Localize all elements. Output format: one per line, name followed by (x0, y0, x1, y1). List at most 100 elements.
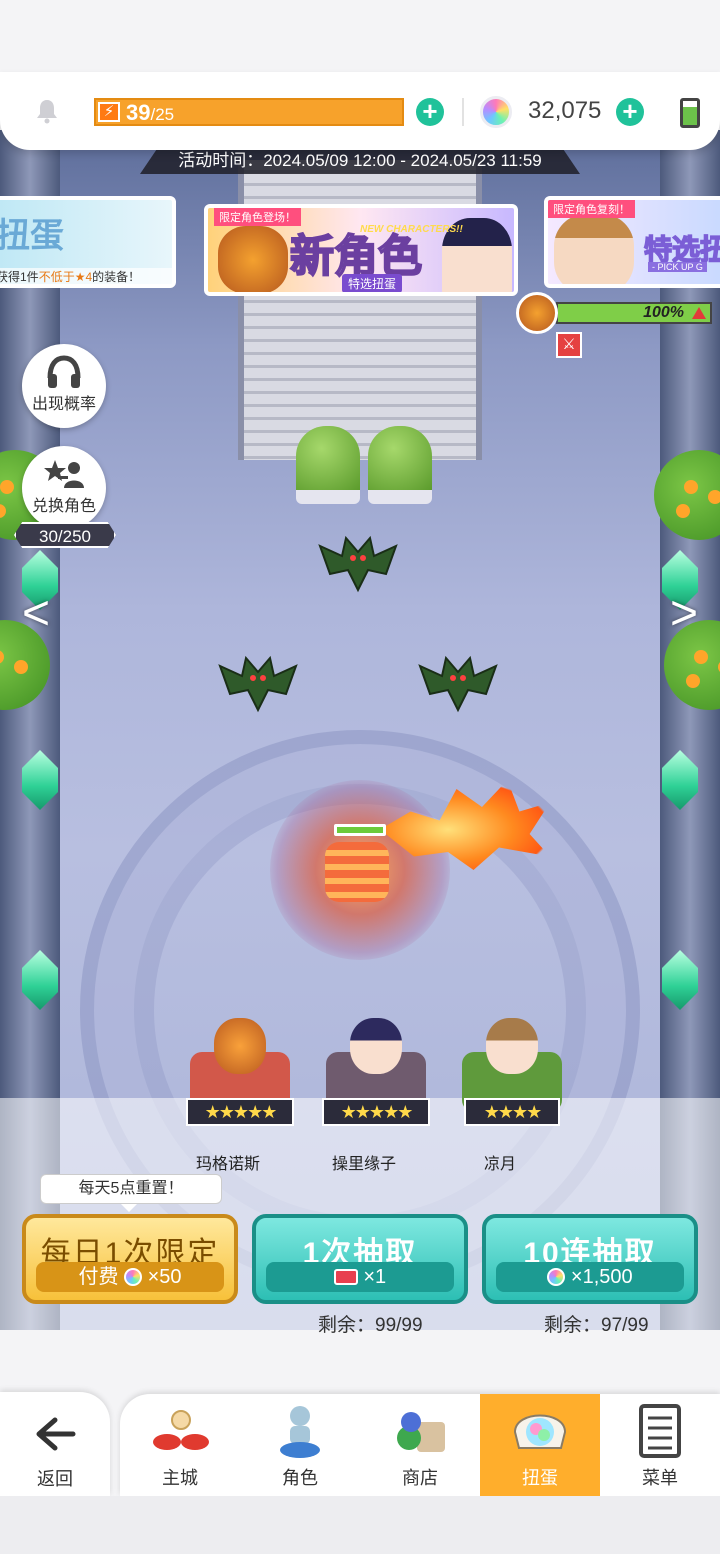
drop-rate-label: 出现概率 (31, 396, 96, 413)
energy-max: 25 (155, 105, 175, 124)
bottom-nav: 返回 主城 角色 商店 扭蛋 菜单 (0, 1392, 720, 1496)
ten-pull-remaining: 剩余：97/99 (544, 1315, 649, 1336)
gem-icon (480, 96, 512, 128)
featured-character-2[interactable] (326, 1018, 426, 1112)
bush-left (296, 426, 360, 504)
drop-rate-button[interactable]: 出现概率 (22, 344, 106, 428)
bat-enemy-right (418, 654, 498, 714)
banner-center-tag: 限定角色登场！ (214, 208, 301, 226)
back-button[interactable]: 返回 (0, 1392, 110, 1496)
system-gesture-bar (0, 1496, 720, 1554)
banner-equipment-gacha[interactable]: 扭蛋 获得1件不低于★4的装备！ (0, 196, 176, 288)
banner-right-tag: 限定角色复刻！ (548, 200, 635, 218)
status-bar: ⚡ 39/25 + 32,075 + (0, 72, 720, 150)
daily-pull-cost: 付费 ×50 (36, 1262, 224, 1292)
boss-hp-bar: 100% (556, 302, 712, 324)
featured-character-1[interactable] (190, 1018, 290, 1112)
add-energy-button[interactable]: + (416, 98, 444, 126)
ten-cost-value: ×1,500 (570, 1266, 633, 1288)
nav-label-main-city: 主城 (162, 1468, 198, 1488)
magnus-sprite (214, 1018, 266, 1074)
gacha-icon (513, 1414, 567, 1449)
character-icon (280, 1406, 320, 1458)
gem-icon (124, 1268, 143, 1286)
nav-item-menu[interactable]: 菜单 (600, 1394, 720, 1496)
ten-pull-cost: ×1,500 (496, 1262, 684, 1292)
daily-cost-label: 付费 (78, 1266, 119, 1288)
gem-icon (547, 1268, 566, 1286)
headset-icon (47, 355, 81, 388)
nav-item-characters[interactable]: 角色 (240, 1394, 360, 1496)
single-pull-remaining: 剩余：99/99 (318, 1315, 423, 1336)
banner-left-desc: 获得1件不低于★4的装备！ (0, 268, 172, 284)
back-label: 返回 (37, 1469, 73, 1489)
plus-icon: + (422, 96, 438, 126)
energy-current: 39 (126, 100, 151, 125)
nav-item-main-city[interactable]: 主城 (120, 1394, 240, 1496)
lightning-icon: ⚡ (98, 102, 120, 122)
banner-pickup-rerun[interactable]: 限定角色复刻！ 特选扭 - PICK UP G (544, 196, 720, 288)
hero-health-bar (334, 824, 386, 836)
star-person-icon (44, 460, 84, 488)
featured-character-3[interactable] (462, 1018, 562, 1112)
nav-label-shop: 商店 (402, 1468, 438, 1488)
nav-item-shop[interactable]: 商店 (360, 1394, 480, 1496)
reset-tooltip: 每天5点重置！ (40, 1174, 222, 1212)
bat-enemy-left (218, 654, 298, 714)
bell-icon[interactable] (34, 98, 60, 124)
gem-count: 32,075 (528, 97, 602, 124)
single-cost-value: ×1 (363, 1266, 387, 1288)
shop-icon (397, 1412, 445, 1452)
boss-avatar (516, 292, 558, 334)
featured-3-stars: ★★★★ (464, 1098, 560, 1126)
featured-1-stars: ★★★★★ (186, 1098, 294, 1126)
man-character-art (554, 214, 634, 284)
divider (462, 98, 464, 126)
banner-right-subtitle: - PICK UP G (648, 262, 707, 272)
featured-1-name: 玛格诺斯 (195, 1156, 260, 1173)
castle-icon (153, 1410, 209, 1450)
exchange-count-badge: 30/250 (14, 522, 116, 548)
nav-label-gacha: 扭蛋 (522, 1468, 558, 1488)
featured-2-name: 操里缘子 (331, 1156, 396, 1173)
battery-icon (680, 98, 700, 128)
hero-character (325, 842, 389, 902)
plus-icon: + (622, 96, 638, 126)
exchange-character-button[interactable]: 兑换角色 (22, 446, 106, 530)
single-pull-button[interactable]: 1次抽取 ×1 (252, 1214, 468, 1304)
banner-new-characters[interactable]: 限定角色登场！ NEW CHARACTERS!! 新角色 特选扭蛋 (204, 204, 518, 296)
nav-label-menu: 菜单 (642, 1468, 678, 1488)
ryougetsu-sprite (486, 1018, 538, 1074)
event-time: 活动时间：2024.05/09 12:00 - 2024.05/23 11:59 (140, 148, 580, 174)
bush-right (368, 426, 432, 504)
energy-bar: ⚡ 39/25 (94, 98, 404, 126)
yukari-sprite (350, 1018, 402, 1074)
featured-2-stars: ★★★★★ (322, 1098, 430, 1126)
bat-enemy-top (318, 534, 398, 594)
banner-left-desc-highlight: 不低于★4 (38, 270, 93, 284)
ticket-icon (333, 1269, 358, 1285)
ten-pull-button[interactable]: 10连抽取 ×1,500 (482, 1214, 698, 1304)
nav-label-characters: 角色 (282, 1468, 318, 1488)
lion-character-art (218, 226, 288, 292)
next-banner-arrow[interactable]: > (664, 586, 704, 642)
daily-cost-value: ×50 (147, 1266, 182, 1288)
boss-hp-percent: 100% (643, 304, 684, 321)
boss-hp-fill (558, 304, 710, 322)
banner-left-desc-prefix: 获得1件 (0, 270, 39, 284)
banner-center-subtitle: 特选扭蛋 (342, 274, 403, 292)
banner-left-desc-suffix: 的装备！ (92, 270, 141, 284)
nav-bar: 主城 角色 商店 扭蛋 菜单 (120, 1394, 720, 1496)
exchange-character-label: 兑换角色 (31, 498, 96, 515)
back-arrow-icon (36, 1417, 76, 1451)
add-gems-button[interactable]: + (616, 98, 644, 126)
nav-item-gacha[interactable]: 扭蛋 (480, 1394, 600, 1496)
banner-left-title: 扭蛋 (0, 217, 64, 255)
prev-banner-arrow[interactable]: < (16, 586, 56, 642)
energy-value: 39/25 (126, 100, 174, 128)
daily-limited-pull-button[interactable]: 每日1次限定 付费 ×50 (22, 1214, 238, 1304)
sword-debuff-icon: ⚔ (556, 332, 582, 358)
single-pull-cost: ×1 (266, 1262, 454, 1292)
menu-icon (639, 1404, 681, 1458)
featured-3-name: 凉月 (483, 1156, 516, 1173)
